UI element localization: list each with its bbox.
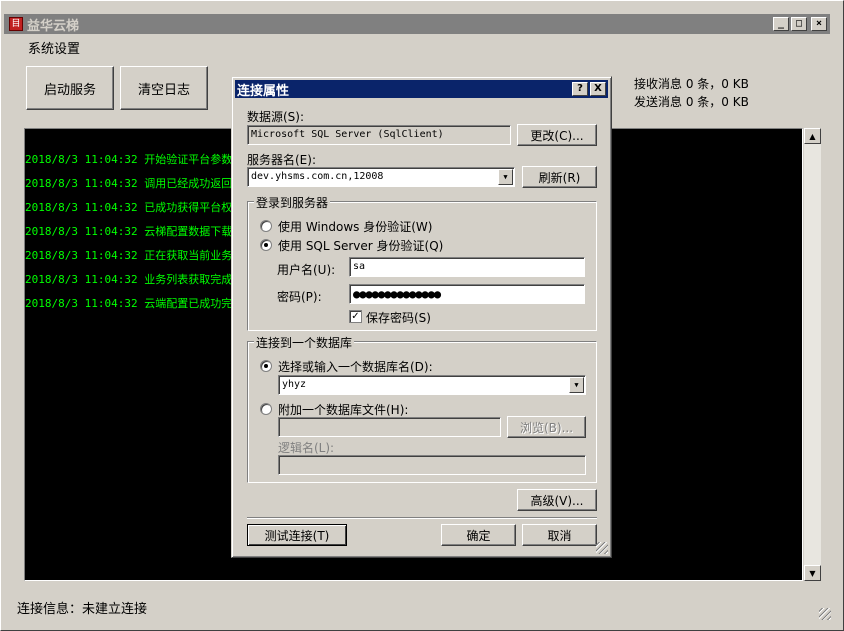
logical-name-label: 逻辑名(L): xyxy=(278,441,335,455)
attach-db-radio[interactable] xyxy=(260,403,272,415)
dialog-titlebar[interactable]: 连接属性 ? X xyxy=(235,80,608,99)
log-line: 2018/8/3 11:04:32 业务列表获取完成… xyxy=(25,273,239,286)
windows-auth-radio[interactable] xyxy=(260,220,272,232)
connection-properties-dialog: 连接属性 ? X 数据源(S): Microsoft SQL Server (S… xyxy=(231,76,612,558)
database-name-combo[interactable]: yhyz ▼ xyxy=(278,375,586,395)
maximize-button[interactable]: □ xyxy=(791,17,807,31)
log-line: 2018/8/3 11:04:32 云端配置已成功完成… xyxy=(25,297,250,310)
server-name-value: dev.yhsms.com.cn,12008 xyxy=(251,171,384,182)
app-icon: 目 xyxy=(9,17,23,31)
logical-name-input xyxy=(278,455,586,475)
attach-file-input xyxy=(278,417,501,437)
login-group: 登录到服务器 使用 Windows 身份验证(W) 使用 SQL Server … xyxy=(247,194,597,331)
sql-auth-label[interactable]: 使用 SQL Server 身份验证(Q) xyxy=(278,237,443,254)
main-titlebar[interactable]: 目 益华云梯 _ □ × xyxy=(4,14,830,34)
login-group-title: 登录到服务器 xyxy=(254,194,331,211)
close-button[interactable]: × xyxy=(811,17,827,31)
browse-button: 浏览(B)... xyxy=(507,416,586,438)
scroll-down-icon[interactable]: ▼ xyxy=(804,565,821,581)
clear-log-button[interactable]: 清空日志 xyxy=(120,66,208,110)
attach-db-label[interactable]: 附加一个数据库文件(H): xyxy=(278,401,408,418)
menu-system-settings[interactable]: 系统设置 xyxy=(4,38,104,57)
refresh-button[interactable]: 刷新(R) xyxy=(522,166,597,188)
log-line: 2018/8/3 11:04:32 正在获取当前业务列… xyxy=(25,249,250,262)
save-password-checkbox[interactable]: ✓ xyxy=(349,310,362,323)
window-title: 益华云梯 xyxy=(27,18,80,34)
database-group: 连接到一个数据库 选择或输入一个数据库名(D): yhyz ▼ 附加一个数据库文… xyxy=(247,334,597,483)
chevron-down-icon[interactable]: ▼ xyxy=(498,169,513,185)
start-service-button[interactable]: 启动服务 xyxy=(26,66,114,110)
dialog-title: 连接属性 xyxy=(237,83,290,99)
password-input[interactable]: ●●●●●●●●●●●●●● xyxy=(349,284,585,304)
sql-auth-radio[interactable] xyxy=(260,239,272,251)
help-icon[interactable]: ? xyxy=(572,82,588,96)
datasource-field: Microsoft SQL Server (SqlClient) xyxy=(247,125,511,145)
dialog-resize-grip-icon[interactable] xyxy=(596,542,608,554)
scroll-up-icon[interactable]: ▲ xyxy=(804,128,821,144)
select-db-label[interactable]: 选择或输入一个数据库名(D): xyxy=(278,358,433,375)
dialog-separator xyxy=(247,517,597,519)
chevron-down-icon[interactable]: ▼ xyxy=(569,377,584,393)
save-password-label[interactable]: 保存密码(S) xyxy=(366,309,431,326)
log-line: 2018/8/3 11:04:32 调用已经成功返回… xyxy=(25,177,239,190)
ok-button[interactable]: 确定 xyxy=(441,524,516,546)
log-scrollbar[interactable]: ▲ ▼ xyxy=(804,128,821,581)
resize-grip-icon[interactable] xyxy=(819,608,831,620)
advanced-button[interactable]: 高级(V)... xyxy=(517,489,597,511)
username-input[interactable]: sa xyxy=(349,257,585,277)
sent-stats: 发送消息 0 条，0 KB xyxy=(634,95,749,109)
log-line: 2018/8/3 11:04:32 云梯配置数据下载完… xyxy=(25,225,250,238)
dialog-close-icon[interactable]: X xyxy=(590,82,606,96)
connection-status: 连接信息：未建立连接 xyxy=(17,602,148,617)
log-line: 2018/8/3 11:04:32 开始验证平台参数… xyxy=(25,153,239,166)
log-line: 2018/8/3 11:04:32 已成功获得平台权限… xyxy=(25,201,250,214)
password-label: 密码(P): xyxy=(277,290,322,304)
datasource-label: 数据源(S): xyxy=(247,110,305,124)
cancel-button[interactable]: 取消 xyxy=(522,524,597,546)
server-name-combo[interactable]: dev.yhsms.com.cn,12008 ▼ xyxy=(247,167,515,187)
minimize-button[interactable]: _ xyxy=(773,17,789,31)
menu-bar: 系统设置 xyxy=(4,36,104,58)
select-db-radio[interactable] xyxy=(260,360,272,372)
windows-auth-label[interactable]: 使用 Windows 身份验证(W) xyxy=(278,218,432,235)
received-stats: 接收消息 0 条，0 KB xyxy=(634,77,749,91)
username-label: 用户名(U): xyxy=(277,263,336,277)
database-name-value: yhyz xyxy=(282,379,307,390)
database-group-title: 连接到一个数据库 xyxy=(254,334,355,351)
test-connection-button[interactable]: 测试连接(T) xyxy=(247,524,347,546)
server-name-label: 服务器名(E): xyxy=(247,153,316,167)
change-button[interactable]: 更改(C)... xyxy=(517,124,597,146)
message-stats: 接收消息 0 条，0 KB 发送消息 0 条，0 KB xyxy=(634,75,749,111)
